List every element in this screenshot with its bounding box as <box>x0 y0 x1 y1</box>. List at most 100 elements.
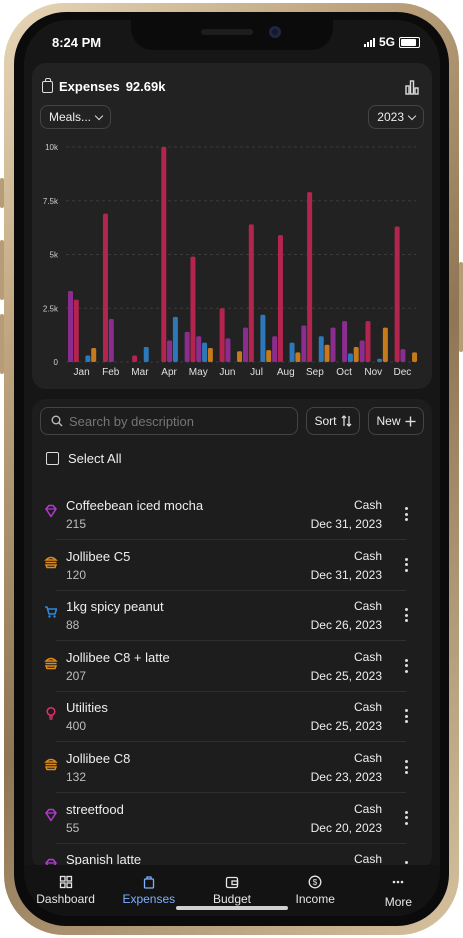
more-options-icon[interactable] <box>404 608 408 623</box>
diamond-icon <box>44 808 58 822</box>
lightbulb-icon <box>44 706 58 721</box>
front-camera <box>269 26 281 38</box>
nav-more[interactable]: More <box>357 865 440 916</box>
list-item[interactable]: Jollibee C8 + latte 207 Cash Dec 25, 2023 <box>32 642 432 692</box>
y-tick-label: 0 <box>54 358 59 367</box>
sort-label: Sort <box>314 414 337 428</box>
more-icon <box>393 880 404 884</box>
x-tick-label: Feb <box>102 367 120 378</box>
expense-date: Dec 31, 2023 <box>310 567 382 582</box>
expense-description: Jollibee C8 + latte <box>66 649 170 665</box>
notch <box>131 20 333 50</box>
category-dropdown[interactable]: Meals... <box>40 105 112 129</box>
bar <box>207 348 213 362</box>
chevron-down-icon <box>407 111 417 120</box>
bar <box>394 226 400 362</box>
bar <box>248 224 254 362</box>
expense-amount: 400 <box>66 719 87 734</box>
bar <box>295 352 301 362</box>
bar <box>359 340 365 362</box>
bar <box>237 351 243 362</box>
bar <box>324 344 330 362</box>
burger-icon <box>44 757 58 771</box>
list-item[interactable]: Jollibee C5 120 Cash Dec 31, 2023 <box>32 541 432 591</box>
expenses-chart-card: Expenses 92.69k Meals... 2023 0 2.5k 5k 7.5… <box>32 63 432 389</box>
expense-amount: 132 <box>66 770 87 784</box>
more-options-icon[interactable] <box>404 709 408 724</box>
more-options-icon[interactable] <box>404 658 408 673</box>
payment-method: Cash <box>353 548 382 563</box>
list-item[interactable]: streetfood 55 Cash Dec 20, 2023 <box>32 794 432 844</box>
status-indicators: 5G <box>363 35 420 49</box>
x-tick-label: Aug <box>277 367 295 378</box>
expense-description: Jollibee C5 <box>66 548 131 564</box>
expense-description: 1kg spicy peanut <box>66 599 164 615</box>
bar <box>196 336 202 362</box>
select-all[interactable]: Select All <box>46 451 121 466</box>
search-input[interactable] <box>69 413 269 429</box>
list-item[interactable]: Jollibee C8 132 Cash Dec 23, 2023 <box>32 743 432 793</box>
select-all-checkbox[interactable] <box>46 452 59 465</box>
nav-dashboard[interactable]: Dashboard <box>24 865 107 916</box>
expense-date: Dec 26, 2023 <box>310 618 382 633</box>
expense-date: Dec 25, 2023 <box>310 668 382 683</box>
year-dropdown[interactable]: 2023 <box>368 105 424 129</box>
expense-amount: 55 <box>66 820 80 835</box>
more-options-icon[interactable] <box>404 760 408 774</box>
list-item[interactable]: Utilities 400 Cash Dec 25, 2023 <box>32 692 432 743</box>
more-options-icon[interactable] <box>404 810 408 825</box>
payment-method: Cash <box>353 801 382 816</box>
expense-date: Dec 25, 2023 <box>310 719 382 734</box>
bar <box>190 256 196 362</box>
list-item[interactable]: Coffeebean iced mocha 215 Cash Dec 31, 2023 <box>32 490 432 540</box>
bar <box>132 355 138 362</box>
card-title: Expenses 92.69k <box>42 77 165 94</box>
nav-label: Budget <box>212 892 252 906</box>
expense-description: Coffeebean iced mocha <box>66 498 204 513</box>
payment-method: Cash <box>353 649 382 664</box>
bar <box>353 346 359 362</box>
bar <box>172 316 178 362</box>
bar <box>347 353 353 362</box>
expenses-list-card: Sort New Select All Coffeebean iced moch… <box>32 399 432 895</box>
x-tick-label: Oct <box>336 367 352 378</box>
new-expense-button[interactable]: New <box>368 407 424 435</box>
bar <box>161 147 167 362</box>
expense-description: Jollibee C8 <box>66 751 131 766</box>
y-tick-label: 7.5k <box>43 197 59 206</box>
more-options-icon[interactable] <box>404 557 408 572</box>
x-tick-label: Nov <box>364 367 382 378</box>
nav-label: More <box>384 895 413 909</box>
year-dropdown-value: 2023 <box>377 110 404 124</box>
bar <box>365 321 371 362</box>
y-tick-label: 10k <box>45 143 59 152</box>
bar <box>272 336 278 362</box>
list-item[interactable]: 1kg spicy peanut 88 Cash Dec 26, 2023 <box>32 591 432 642</box>
bar <box>68 291 73 362</box>
bar <box>277 235 283 362</box>
category-dropdown-value: Meals... <box>49 110 92 124</box>
volume-down-button <box>0 314 4 374</box>
sort-button[interactable]: Sort <box>306 407 360 435</box>
status-bar: 8:24 PM 5G <box>24 20 440 60</box>
expense-amount: 88 <box>66 618 80 633</box>
bar <box>225 338 231 362</box>
bar <box>382 327 388 362</box>
dashboard-icon <box>59 875 72 889</box>
plus-icon <box>405 416 415 426</box>
screen: 8:24 PM 5G Expenses 92.69k Meals... 2023 <box>24 20 440 916</box>
bar-chart-icon[interactable] <box>404 79 420 95</box>
diamond-icon <box>44 504 58 518</box>
x-tick-label: Apr <box>161 367 177 378</box>
bar <box>342 321 348 362</box>
x-tick-label: Mar <box>131 367 149 378</box>
x-tick-label: May <box>189 367 208 378</box>
x-tick-label: Jun <box>219 367 235 378</box>
more-options-icon[interactable] <box>404 507 408 521</box>
bar <box>108 319 114 362</box>
y-tick-label: 5k <box>50 251 59 260</box>
search-field[interactable] <box>40 407 298 435</box>
nav-label: Expenses <box>122 892 176 906</box>
expense-amount: 120 <box>66 567 87 582</box>
nav-label: Income <box>295 892 335 906</box>
